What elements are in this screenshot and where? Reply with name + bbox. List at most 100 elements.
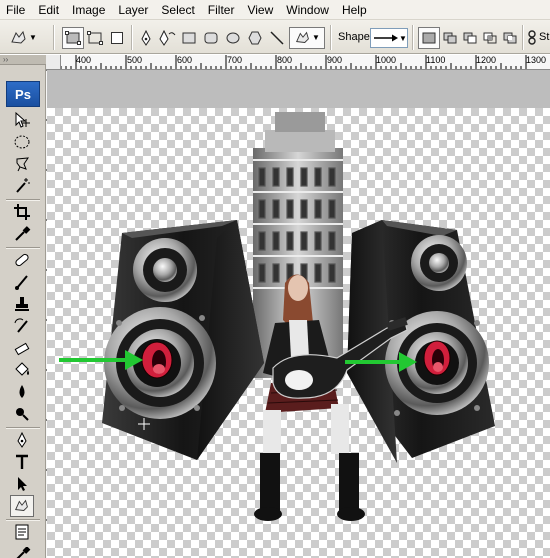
move-tool-icon bbox=[15, 111, 30, 128]
separator bbox=[522, 25, 524, 50]
rectangle-icon bbox=[182, 32, 196, 44]
rectangle-option[interactable] bbox=[178, 27, 200, 49]
path-select-tool[interactable] bbox=[10, 473, 34, 495]
freeform-pen-option[interactable] bbox=[156, 27, 178, 49]
pen-tool-option[interactable] bbox=[136, 27, 156, 49]
subtract-shape-area-button[interactable] bbox=[460, 27, 480, 49]
separator bbox=[53, 25, 55, 50]
brush-tool[interactable] bbox=[10, 271, 34, 293]
separator bbox=[412, 25, 414, 50]
ruler-label-800: 800 bbox=[277, 55, 293, 65]
magic-wand-icon bbox=[16, 178, 30, 193]
ruler-label-1200: 1200 bbox=[476, 55, 497, 65]
tool-preset-picker[interactable]: ▼ bbox=[8, 27, 38, 49]
lasso-tool[interactable] bbox=[10, 153, 34, 175]
magic-wand-tool[interactable] bbox=[10, 175, 34, 197]
pen-icon bbox=[141, 30, 151, 46]
eraser-tool[interactable] bbox=[10, 337, 34, 359]
ellipse-icon bbox=[226, 32, 240, 44]
line-icon bbox=[270, 31, 284, 45]
ps-logo[interactable]: Ps bbox=[6, 81, 40, 107]
custom-shape-icon bbox=[296, 31, 309, 43]
history-brush-icon bbox=[14, 318, 28, 333]
ellipse-marquee-icon bbox=[14, 135, 30, 149]
ruler-label-1000: 1000 bbox=[376, 55, 397, 65]
chevron-down-icon: ▼ bbox=[29, 33, 37, 42]
exclude-shape-icon bbox=[503, 32, 517, 44]
toolbox-grip[interactable]: ›› bbox=[0, 55, 46, 65]
separator bbox=[330, 25, 332, 50]
ruler-label-700: 700 bbox=[227, 55, 243, 65]
custom-shape-option[interactable]: ▼ bbox=[289, 27, 325, 49]
custom-shape-tool[interactable] bbox=[10, 495, 34, 517]
artwork bbox=[59, 112, 495, 521]
type-tool[interactable] bbox=[10, 451, 34, 473]
ruler-label-900: 900 bbox=[327, 55, 343, 65]
paint-bucket-tool[interactable] bbox=[10, 359, 34, 381]
shape-label: Shape: bbox=[338, 31, 373, 43]
style-label: St bbox=[539, 31, 550, 43]
ruler-corner[interactable] bbox=[46, 55, 61, 70]
eyedropper-tool[interactable] bbox=[10, 223, 34, 245]
history-brush-tool[interactable] bbox=[10, 315, 34, 337]
ruler-label-600: 600 bbox=[177, 55, 193, 65]
menu-help[interactable]: Help bbox=[342, 0, 367, 20]
menu-select[interactable]: Select bbox=[161, 0, 194, 20]
exclude-shape-area-button[interactable] bbox=[500, 27, 520, 49]
custom-shape-preset-icon bbox=[11, 30, 26, 44]
blur-icon bbox=[19, 385, 25, 398]
rounded-rectangle-icon bbox=[204, 32, 218, 44]
paths-button[interactable] bbox=[84, 27, 106, 49]
notes-tool[interactable] bbox=[10, 521, 34, 543]
menu-edit[interactable]: Edit bbox=[38, 0, 59, 20]
subtract-shape-icon bbox=[463, 32, 477, 44]
intersect-shape-icon bbox=[483, 32, 497, 44]
polygon-icon bbox=[248, 31, 262, 45]
menu-filter[interactable]: Filter bbox=[208, 0, 235, 20]
link-icon bbox=[528, 30, 536, 45]
separator bbox=[131, 25, 133, 50]
left-mouth-graphic bbox=[141, 341, 173, 379]
clone-stamp-tool[interactable] bbox=[10, 293, 34, 315]
menu-view[interactable]: View bbox=[247, 0, 273, 20]
add-to-shape-area-button[interactable] bbox=[440, 27, 460, 49]
dodge-tool[interactable] bbox=[10, 403, 34, 425]
line-option[interactable] bbox=[266, 27, 288, 49]
menu-window[interactable]: Window bbox=[286, 0, 329, 20]
menu-image[interactable]: Image bbox=[72, 0, 105, 20]
shape-picker-chevron-icon[interactable]: ▼ bbox=[399, 35, 407, 43]
type-icon bbox=[16, 454, 28, 469]
eyedropper-2-tool[interactable] bbox=[10, 543, 34, 558]
ruler-label-1100: 1100 bbox=[426, 55, 446, 65]
fill-pixels-icon bbox=[111, 32, 123, 44]
move-tool[interactable] bbox=[10, 109, 34, 131]
paths-icon bbox=[87, 31, 103, 45]
healing-brush-tool[interactable] bbox=[10, 249, 34, 271]
ellipse-marquee-tool[interactable] bbox=[10, 131, 34, 153]
shape-layers-icon bbox=[65, 31, 81, 45]
chevron-down-icon: ▼ bbox=[312, 33, 320, 42]
pen-tool[interactable] bbox=[10, 429, 34, 451]
crop-tool[interactable] bbox=[10, 201, 34, 223]
rounded-rectangle-option[interactable] bbox=[200, 27, 222, 49]
eraser-icon bbox=[14, 342, 30, 356]
paint-bucket-icon bbox=[15, 362, 29, 376]
left-speaker bbox=[102, 220, 264, 460]
blur-tool[interactable] bbox=[10, 381, 34, 403]
polygon-option[interactable] bbox=[244, 27, 266, 49]
link-style-button[interactable] bbox=[526, 27, 538, 49]
ruler-label-1300: 1300 bbox=[526, 55, 547, 65]
intersect-shape-area-button[interactable] bbox=[480, 27, 500, 49]
brush-icon bbox=[15, 275, 28, 290]
ruler-top: 300 400 500 600 700 800 900 1000 1100 12… bbox=[46, 55, 550, 70]
healing-brush-icon bbox=[15, 253, 29, 267]
right-mouth-graphic bbox=[423, 340, 451, 376]
eyedropper-2-icon bbox=[16, 547, 31, 558]
shape-layers-button[interactable] bbox=[62, 27, 84, 49]
pen-icon bbox=[17, 431, 27, 448]
menu-file[interactable]: File bbox=[6, 0, 25, 20]
fill-pixels-button[interactable] bbox=[106, 27, 128, 49]
create-new-shape-layer-button[interactable] bbox=[418, 27, 440, 49]
ellipse-option[interactable] bbox=[222, 27, 244, 49]
menu-layer[interactable]: Layer bbox=[118, 0, 148, 20]
